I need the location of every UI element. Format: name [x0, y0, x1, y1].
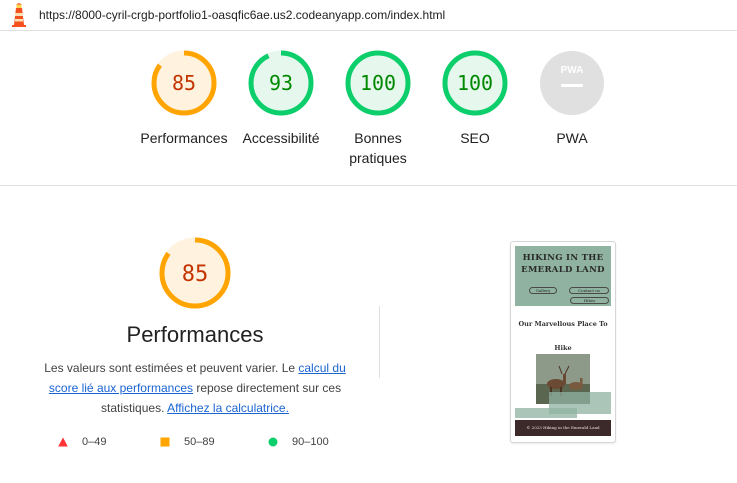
gauge-best-practices[interactable]: 100 Bonnes pratiques: [323, 50, 433, 168]
legend-pass-range: 90–100: [292, 436, 329, 448]
gauge-pwa[interactable]: PWA PWA: [517, 50, 627, 148]
gauge-seo-ring: 100: [442, 50, 508, 116]
section-divider: [379, 306, 380, 378]
screenshot-tagline: Our Marvellous Place To Hike: [518, 320, 608, 352]
performance-section: 85 Performances Les valeurs sont estimée…: [0, 186, 737, 483]
gauge-seo[interactable]: 100 SEO: [420, 50, 530, 148]
gauge-pwa-label: PWA: [556, 130, 588, 146]
gauge-pwa-logo-text: PWA: [561, 65, 584, 76]
square-average-icon: [160, 437, 170, 447]
legend-fail-range: 0–49: [82, 436, 107, 448]
gauge-seo-label: SEO: [460, 130, 490, 146]
circle-pass-icon: [268, 437, 278, 447]
gauge-performance-score: 85: [172, 71, 196, 95]
gauge-performance-label: Performances: [140, 130, 228, 146]
gauge-best-practices-label-line1: Bonnes: [354, 130, 402, 146]
gauge-best-practices-ring: 100: [345, 50, 411, 116]
gauge-best-practices-label: Bonnes pratiques: [323, 128, 433, 168]
screenshot-nav-contact: Contact us: [569, 287, 609, 294]
screenshot-hero: HIKING IN THE EMERALD LAND Gallery Conta…: [515, 246, 611, 306]
top-bar: https://8000-cyril-crgb-portfolio1-oasqf…: [0, 0, 737, 31]
score-gauges: 85 Performances 93 Accessibilité 100 Bon…: [0, 31, 737, 186]
calculator-link[interactable]: Affichez la calculatrice.: [167, 401, 289, 415]
page-url[interactable]: https://8000-cyril-crgb-portfolio1-oasqf…: [39, 8, 445, 22]
screenshot-nav-hikes: Hikes: [570, 297, 609, 304]
performance-description: Les valeurs sont estimées et peuvent var…: [40, 358, 350, 418]
legend-item-fail: 0–49: [58, 436, 106, 448]
gauge-best-practices-label-line2: pratiques: [349, 150, 407, 166]
gauge-performance-ring: 85: [151, 50, 217, 116]
legend-item-average: 50–89: [160, 436, 215, 448]
lighthouse-icon: [12, 3, 26, 27]
gauge-accessibility-ring: 93: [248, 50, 314, 116]
performance-large-score: 85: [182, 262, 209, 287]
score-legend: 0–49 50–89 90–100: [58, 436, 378, 452]
performance-large-gauge: 85: [159, 237, 231, 309]
final-screenshot-thumbnail[interactable]: HIKING IN THE EMERALD LAND Gallery Conta…: [510, 241, 616, 443]
screenshot-footer: © 2023 Hiking in the Emerald Land: [515, 420, 611, 436]
screenshot-site-title: HIKING IN THE EMERALD LAND: [521, 253, 605, 275]
legend-average-range: 50–89: [184, 436, 215, 448]
screenshot-overlay-left: [515, 408, 577, 418]
gauge-accessibility-score: 93: [269, 71, 293, 95]
performance-title: Performances: [126, 322, 264, 347]
legend-item-pass: 90–100: [268, 436, 329, 448]
gauge-accessibility-label: Accessibilité: [242, 130, 320, 146]
pwa-icon: PWA: [540, 51, 604, 115]
gauge-accessibility[interactable]: 93 Accessibilité: [226, 50, 336, 148]
screenshot-nav-gallery: Gallery: [529, 287, 557, 294]
gauge-seo-score: 100: [457, 71, 493, 95]
description-text-1: Les valeurs sont estimées et peuvent var…: [44, 361, 299, 375]
gauge-performance[interactable]: 85 Performances: [129, 50, 239, 148]
triangle-fail-icon: [58, 437, 68, 447]
gauge-best-practices-score: 100: [360, 71, 396, 95]
